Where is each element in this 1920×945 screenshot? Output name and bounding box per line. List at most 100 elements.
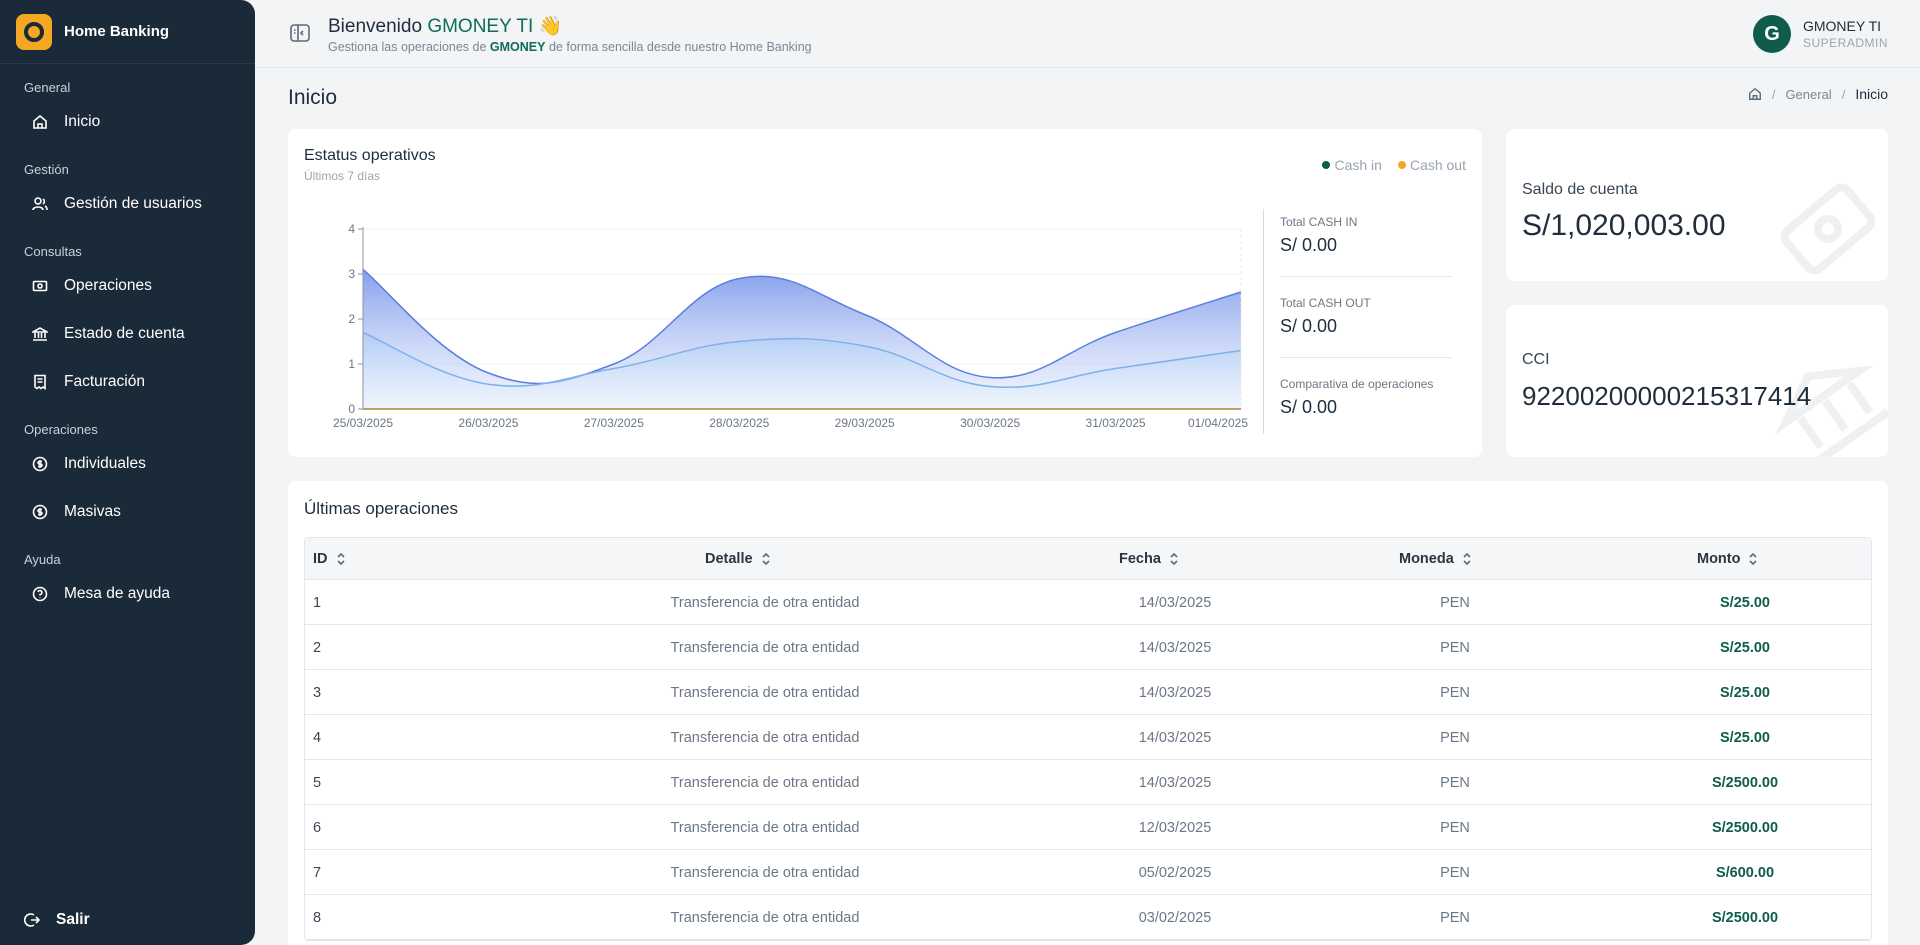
operations-area-chart: 0 1 2 3 4 25/03/2025 26/03/2025 27/03/2025 28/03… [333,222,1248,430]
subtitle-post: de forma sencilla desde nuestro Home Ban… [548,40,812,54]
cash-icon [32,280,48,292]
sidebar-item-label: Inicio [64,113,101,130]
legend-dot [1322,161,1331,169]
chart-legend: Cash in Cash out [1306,157,1466,173]
breadcrumb: / General / Inicio [1748,86,1888,102]
sidebar-item-estado-cuenta[interactable]: Estado de cuenta [0,310,255,358]
cell-detalle: Transferencia de otra entidad [670,639,860,656]
table-row[interactable]: 6 Transferencia de otra entidad 12/03/2025… [305,805,1871,850]
table-row[interactable]: 2 Transferencia de otra entidad 14/03/2025… [305,625,1871,670]
column-label: Moneda [1399,551,1454,567]
cell-moneda: PEN [1440,909,1470,926]
cell-moneda: PEN [1440,639,1470,656]
table-row[interactable]: 7 Transferencia de otra entidad 05/02/2025… [305,850,1871,895]
cell-monto: S/25.00 [1720,639,1770,656]
sidebar-item-usuarios[interactable]: Gestión de usuarios [0,180,255,228]
cell-detalle: Transferencia de otra entidad [670,594,860,611]
logout-icon [24,913,40,927]
cell-monto: S/25.00 [1720,594,1770,611]
sidebar-item-mesa-ayuda[interactable]: Mesa de ayuda [0,570,255,618]
nav-section-operaciones: Operaciones [24,422,98,437]
page-title: Inicio [288,86,338,109]
table-row[interactable]: 1 Transferencia de otra entidad 14/03/2025… [305,580,1871,625]
sidebar-item-label: Facturación [64,373,145,390]
subtitle-brand: GMONEY [489,40,546,54]
y-tick-label: 3 [348,267,355,281]
operations-table: ID Detalle Fecha Moneda Monto 1 Transfere… [304,537,1872,941]
invoice-icon [34,374,46,390]
sidebar-item-masivas[interactable]: Masivas [0,488,255,536]
table-row[interactable]: 4 Transferencia de otra entidad 14/03/2025… [305,715,1871,760]
sidebar-item-label: Operaciones [64,277,152,294]
breadcrumb-separator: / [1841,86,1846,102]
legend-item-cash-out[interactable]: Cash out [1397,157,1466,173]
home-icon [33,114,47,129]
sidebar-item-label: Masivas [64,503,121,520]
cell-detalle: Transferencia de otra entidad [670,909,860,926]
saldo-label: Saldo de cuenta [1522,181,1638,198]
column-header-id[interactable]: ID [313,538,346,580]
column-header-moneda[interactable]: Moneda [1399,538,1472,580]
metric-label: Comparativa de operaciones [1280,377,1434,391]
legend-item-cash-in[interactable]: Cash in [1322,157,1382,173]
x-tick-label: 27/03/2025 [584,416,644,430]
cell-monto: S/2500.00 [1711,774,1779,791]
sort-icon [1169,552,1179,566]
breadcrumb-current: Inicio [1855,86,1888,102]
table-row[interactable]: 8 Transferencia de otra entidad 03/02/2025… [305,895,1871,940]
sidebar-item-label: Estado de cuenta [64,325,185,342]
cell-moneda: PEN [1440,684,1470,701]
cell-fecha: 14/03/2025 [1138,594,1212,611]
table-row[interactable]: 3 Transferencia de otra entidad 14/03/2025… [305,670,1871,715]
cell-id: 4 [313,729,322,746]
sort-icon [761,552,771,566]
welcome-subtitle: Gestiona las operaciones de GMONEY de fo… [328,40,812,54]
status-subtitle: Últimos 7 días [304,169,381,183]
table-header: ID Detalle Fecha Moneda Monto [305,538,1871,580]
saldo-card: Saldo de cuenta S/1,020,003.00 [1506,129,1888,281]
sidebar-item-operaciones[interactable]: Operaciones [0,262,255,310]
metrics-panel: Total CASH IN S/ 0.00 Total CASH OUT S/ … [1263,209,1483,434]
sidebar-item-label: Individuales [64,455,146,472]
cell-id: 1 [313,594,322,611]
cell-id: 3 [313,684,322,701]
sidebar-item-inicio[interactable]: Inicio [0,98,255,146]
cell-fecha: 14/03/2025 [1138,684,1212,701]
cell-detalle: Transferencia de otra entidad [670,864,860,881]
legend-dot [1397,161,1406,169]
logout-button[interactable]: Salir [24,905,90,935]
sidebar-item-individuales[interactable]: Individuales [0,440,255,488]
metric-value: S/ 0.00 [1280,397,1338,417]
metric-cash-in: Total CASH IN S/ 0.00 [1280,215,1452,277]
user-menu[interactable]: G GMONEY TI SUPERADMIN [1752,15,1888,53]
operations-card: Últimas operaciones ID Detalle Fecha Mon… [288,481,1888,945]
metric-comparativa: Comparativa de operaciones S/ 0.00 [1280,377,1452,418]
y-tick-label: 1 [348,357,355,371]
nav-section-ayuda: Ayuda [24,552,61,567]
table-row[interactable]: 5 Transferencia de otra entidad 14/03/2025… [305,760,1871,805]
cell-id: 6 [313,819,322,836]
cell-moneda: PEN [1440,729,1470,746]
brand[interactable]: Home Banking [0,0,255,64]
cell-id: 7 [313,864,322,881]
column-header-monto[interactable]: Monto [1697,538,1758,580]
bank-icon [32,327,48,341]
cell-detalle: Transferencia de otra entidad [670,729,860,746]
legend-label: Cash in [1334,157,1382,173]
cell-fecha: 05/02/2025 [1138,864,1212,881]
cell-monto: S/600.00 [1715,864,1775,881]
cell-moneda: PEN [1440,594,1470,611]
column-header-fecha[interactable]: Fecha [1119,538,1179,580]
breadcrumb-general[interactable]: General [1785,87,1831,102]
sort-icon [1748,552,1758,566]
cell-monto: S/25.00 [1720,684,1770,701]
cell-fecha: 03/02/2025 [1138,909,1212,926]
top-header: Bienvenido GMONEY TI 👋 Gestiona las oper… [255,0,1920,68]
table-body: 1 Transferencia de otra entidad 14/03/2025… [305,580,1871,940]
sidebar-toggle-button[interactable] [289,22,311,44]
sidebar-item-facturacion[interactable]: Facturación [0,358,255,406]
home-icon[interactable] [1748,87,1762,101]
cell-monto: S/25.00 [1720,729,1770,746]
column-header-detalle[interactable]: Detalle [705,538,771,580]
metric-cash-out: Total CASH OUT S/ 0.00 [1280,296,1452,358]
